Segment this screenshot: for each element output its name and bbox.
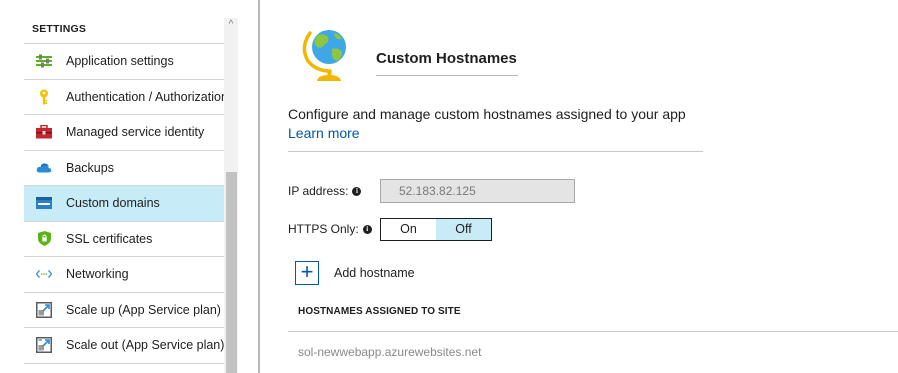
plus-icon: +: [300, 259, 314, 284]
menu-item-label: Networking: [66, 267, 129, 282]
menu-item-label: Scale out (App Service plan): [66, 338, 225, 353]
scale-up-icon: [36, 301, 52, 318]
menu-item-scale-up[interactable]: Scale up (App Service plan): [24, 293, 224, 328]
menu-item-authentication[interactable]: Authentication / Authorization: [24, 80, 228, 115]
menu-item-label: Application settings: [66, 54, 174, 69]
https-only-toggle[interactable]: On Off: [380, 218, 492, 241]
menu-item-backups[interactable]: Backups: [24, 151, 224, 186]
menu-item-application-settings[interactable]: Application settings: [24, 44, 224, 80]
learn-more-link[interactable]: Learn more: [288, 125, 360, 141]
ip-address-label-text: IP address:: [288, 184, 349, 198]
globe-icon: [298, 25, 356, 83]
custom-hostnames-pane: Custom Hostnames Configure and manage cu…: [260, 0, 898, 373]
menu-item-managed-service-identity[interactable]: Managed service identity: [24, 115, 224, 151]
menu-item-label: Scale up (App Service plan): [66, 302, 221, 317]
toggle-on-option[interactable]: On: [381, 219, 436, 240]
page-description: Configure and manage custom hostnames as…: [288, 105, 688, 142]
description-text: Configure and manage custom hostnames as…: [288, 106, 686, 122]
menu-item-custom-domains[interactable]: Custom domains: [24, 186, 224, 222]
info-icon[interactable]: i: [362, 224, 372, 234]
sliders-icon: [36, 53, 52, 69]
add-hostname-label[interactable]: Add hostname: [334, 266, 415, 280]
title-underline: [376, 75, 518, 76]
www-icon: [36, 195, 52, 211]
info-icon[interactable]: i: [352, 186, 362, 196]
toggle-off-option[interactable]: Off: [436, 219, 491, 240]
ip-address-label: IP address: i: [288, 184, 362, 198]
scale-out-icon: [36, 337, 52, 354]
https-only-label: HTTPS Only: i: [288, 222, 372, 236]
settings-sidebar: SETTINGS Application settings Authentica…: [0, 0, 238, 373]
settings-menu: SETTINGS Application settings Authentica…: [24, 0, 228, 364]
table-header-divider: [288, 331, 898, 332]
cloud-backup-icon: [36, 160, 52, 176]
hostname-row[interactable]: sol-newwebapp.azurewebsites.net: [298, 345, 481, 359]
menu-item-networking[interactable]: Networking: [24, 257, 224, 293]
menu-item-label: Custom domains: [66, 196, 160, 211]
https-only-label-text: HTTPS Only:: [288, 222, 359, 236]
menu-item-label: SSL certificates: [66, 231, 153, 246]
menu-item-ssl-certificates[interactable]: SSL certificates: [24, 222, 224, 257]
add-hostname-button[interactable]: +: [295, 261, 319, 285]
scroll-up-arrow[interactable]: ^: [224, 18, 238, 32]
description-divider: [288, 151, 703, 152]
section-header-settings: SETTINGS: [24, 0, 224, 44]
network-arrows-icon: [36, 266, 52, 282]
scrollbar-thumb[interactable]: [226, 172, 237, 373]
toolbox-icon: [36, 124, 52, 140]
key-icon: [36, 89, 52, 105]
hostnames-table-header: HOSTNAMES ASSIGNED TO SITE: [298, 306, 461, 317]
ip-address-field[interactable]: 52.183.82.125: [380, 179, 575, 203]
menu-item-label: Managed service identity: [66, 125, 205, 140]
menu-item-scale-out[interactable]: Scale out (App Service plan): [24, 328, 224, 364]
menu-item-label: Authentication / Authorization: [66, 89, 228, 104]
page-title: Custom Hostnames: [376, 50, 517, 67]
menu-item-label: Backups: [66, 160, 114, 175]
shield-icon: [36, 231, 52, 247]
